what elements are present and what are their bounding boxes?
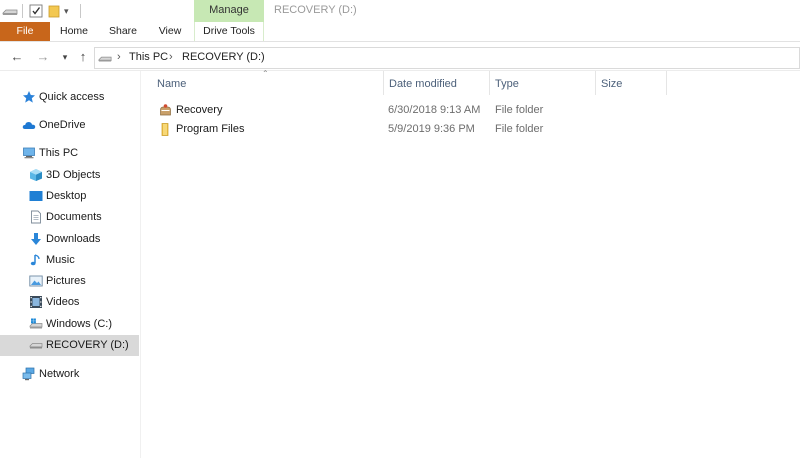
drive-icon bbox=[29, 338, 43, 352]
column-divider[interactable] bbox=[383, 71, 384, 95]
sidebar-item-label: Downloads bbox=[46, 233, 101, 245]
folder-icon bbox=[158, 122, 173, 140]
windows-drive-icon bbox=[29, 317, 43, 331]
tab-manage[interactable]: Manage bbox=[194, 0, 264, 22]
file-type: File folder bbox=[495, 123, 544, 135]
forward-arrow-icon[interactable]: → bbox=[35, 49, 51, 65]
sidebar-item-network[interactable]: Network bbox=[0, 364, 139, 385]
sidebar-item-label: RECOVERY (D:) bbox=[46, 339, 129, 351]
file-date-modified: 6/30/2018 9:13 AM bbox=[388, 104, 481, 116]
sidebar-item-videos[interactable]: Videos bbox=[0, 292, 139, 313]
ribbon-tabs: File Home Share View Drive Tools bbox=[0, 22, 800, 42]
sidebar-item-label: Desktop bbox=[46, 190, 87, 202]
sidebar-item-documents[interactable]: Documents bbox=[0, 207, 139, 228]
sidebar-item-label: Windows (C:) bbox=[46, 318, 113, 330]
sidebar-item-label: Music bbox=[46, 254, 75, 266]
drive-icon[interactable] bbox=[2, 3, 18, 19]
sidebar-item-3d-objects[interactable]: 3D Objects bbox=[0, 165, 139, 186]
sidebar-item-label: 3D Objects bbox=[46, 169, 101, 181]
tab-share[interactable]: Share bbox=[100, 22, 146, 41]
toolbar-separator bbox=[22, 4, 23, 18]
navigation-pane: Quick access OneDrive This PC 3D Objects… bbox=[0, 71, 141, 458]
tab-drive-tools[interactable]: Drive Tools bbox=[194, 22, 264, 41]
computer-icon bbox=[22, 146, 36, 160]
breadcrumb-this-pc[interactable]: This PC bbox=[129, 48, 168, 68]
file-name: Recovery bbox=[176, 104, 223, 116]
file-date-modified: 5/9/2019 9:36 PM bbox=[388, 123, 475, 135]
breadcrumb-chevron-icon[interactable]: › bbox=[117, 48, 121, 68]
column-header-name[interactable]: Name bbox=[157, 71, 186, 97]
picture-icon bbox=[29, 274, 43, 288]
sidebar-item-pictures[interactable]: Pictures bbox=[0, 271, 139, 292]
column-header-date-modified[interactable]: Date modified bbox=[389, 71, 457, 97]
column-header-type[interactable]: Type bbox=[495, 71, 519, 97]
window-title: RECOVERY (D:) bbox=[274, 4, 357, 16]
drive-icon bbox=[98, 51, 112, 68]
film-icon bbox=[29, 295, 43, 309]
column-divider[interactable] bbox=[595, 71, 596, 95]
column-divider[interactable] bbox=[489, 71, 490, 95]
music-note-icon bbox=[29, 253, 43, 267]
network-icon bbox=[22, 367, 36, 381]
tab-home[interactable]: Home bbox=[50, 22, 98, 41]
cube-icon bbox=[29, 168, 43, 182]
sort-ascending-icon: ⌃ bbox=[262, 69, 269, 78]
recovery-folder-icon bbox=[158, 103, 173, 121]
sidebar-item-label: Network bbox=[39, 368, 80, 380]
sidebar-item-desktop[interactable]: Desktop bbox=[0, 186, 139, 207]
column-header-size[interactable]: Size bbox=[601, 71, 622, 97]
document-icon bbox=[29, 210, 43, 224]
sidebar-item-label: Pictures bbox=[46, 275, 86, 287]
file-name: Program Files bbox=[176, 123, 245, 135]
sidebar-item-label: Videos bbox=[46, 296, 80, 308]
cloud-icon bbox=[22, 118, 36, 132]
properties-check-icon[interactable] bbox=[29, 3, 43, 19]
desktop-icon bbox=[29, 189, 43, 203]
tab-view[interactable]: View bbox=[148, 22, 192, 41]
new-folder-icon[interactable] bbox=[48, 3, 60, 19]
sidebar-item-label: Quick access bbox=[39, 91, 105, 103]
sidebar-item-label: Documents bbox=[46, 211, 102, 223]
download-arrow-icon bbox=[29, 232, 43, 246]
star-icon bbox=[22, 90, 36, 104]
sidebar-item-onedrive[interactable]: OneDrive bbox=[0, 115, 139, 136]
sidebar-item-downloads[interactable]: Downloads bbox=[0, 229, 139, 250]
breadcrumb-recovery-drive[interactable]: RECOVERY (D:) bbox=[182, 48, 265, 68]
sidebar-item-recovery-d[interactable]: RECOVERY (D:) bbox=[0, 335, 139, 356]
file-type: File folder bbox=[495, 104, 544, 116]
column-divider[interactable] bbox=[666, 71, 667, 95]
recent-locations-chevron-icon[interactable]: ▾ bbox=[57, 49, 73, 65]
file-row-recovery[interactable]: Recovery 6/30/2018 9:13 AM File folder bbox=[152, 101, 543, 121]
sidebar-item-label: This PC bbox=[39, 147, 79, 159]
breadcrumb-chevron-icon[interactable]: › bbox=[169, 48, 173, 68]
sidebar-item-quick-access[interactable]: Quick access bbox=[0, 87, 139, 108]
back-arrow-icon[interactable]: ← bbox=[9, 49, 25, 65]
file-row-program-files[interactable]: Program Files 5/9/2019 9:36 PM File fold… bbox=[152, 120, 543, 140]
sidebar-item-music[interactable]: Music bbox=[0, 250, 139, 271]
address-bar[interactable]: › This PC › RECOVERY (D:) bbox=[94, 47, 800, 69]
customize-toolbar-chevron-icon[interactable]: ▾ bbox=[64, 3, 69, 19]
navigation-bar: ← → ▾ ↑ › This PC › RECOVERY (D:) bbox=[0, 44, 800, 71]
sidebar-item-label: OneDrive bbox=[39, 119, 86, 131]
title-bar: ▾ Manage RECOVERY (D:) bbox=[0, 0, 800, 22]
sidebar-item-windows-c[interactable]: Windows (C:) bbox=[0, 314, 139, 335]
sidebar-item-this-pc[interactable]: This PC bbox=[0, 143, 139, 164]
toolbar-separator bbox=[80, 4, 81, 18]
up-arrow-icon[interactable]: ↑ bbox=[75, 49, 91, 65]
tab-file[interactable]: File bbox=[0, 22, 50, 41]
